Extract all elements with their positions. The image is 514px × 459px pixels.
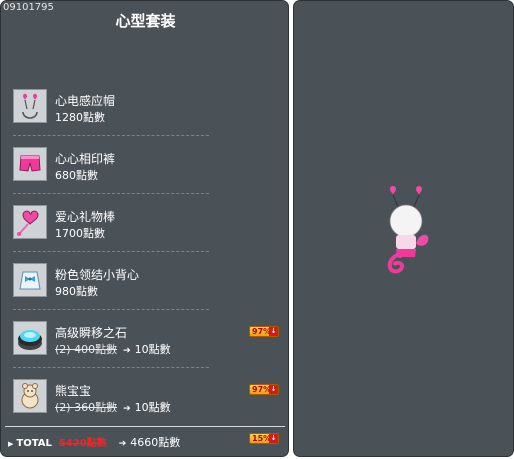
list-item[interactable]: 熊宝宝 (2) 360點數 ➔ 10點數 — [13, 379, 209, 431]
item-price: 1280點數 — [55, 111, 105, 124]
original-price: (2) 400點數 — [55, 343, 118, 356]
total-label: TOTAL — [16, 438, 52, 449]
total-original-price: 5420點數 — [58, 438, 107, 449]
bow-vest-icon — [13, 263, 47, 297]
arrow-right-icon: ➔ — [123, 346, 131, 356]
sale-price: 10點數 — [134, 401, 171, 414]
list-item[interactable]: 粉色领结小背心 980點數 — [13, 263, 209, 315]
character-preview — [378, 181, 438, 291]
down-arrow-icon: ↓ — [269, 385, 278, 394]
list-item[interactable]: 心电感应帽 1280點數 — [13, 89, 209, 141]
down-arrow-icon: ↓ — [269, 327, 278, 336]
list-item[interactable]: 爱心礼物棒 1700點數 — [13, 205, 209, 257]
item-name: 熊宝宝 — [55, 384, 92, 398]
total-discount-badge: 15% ↓ — [249, 433, 279, 444]
character-preview-panel — [293, 0, 514, 457]
total-sale-price: 4660點數 — [130, 436, 181, 449]
sale-price: 10點數 — [134, 343, 171, 356]
arrow-right-icon: ➔ — [123, 404, 131, 414]
discount-badge: 97% ↓ — [249, 384, 279, 395]
original-price: (2) 360點數 — [55, 401, 118, 414]
down-arrow-icon: ↓ — [269, 434, 278, 443]
baby-bear-icon — [13, 379, 47, 413]
item-price: 1700點數 — [55, 227, 105, 240]
item-price: 980點數 — [55, 285, 98, 298]
total-row: ▶ TOTAL 5420點數 ➔ 4660點數 — [8, 434, 180, 450]
divider — [13, 135, 209, 136]
item-price-row: (2) 360點數 ➔ 10點數 — [55, 399, 171, 415]
discount-badge: 97% ↓ — [249, 326, 279, 337]
divider — [13, 251, 209, 252]
item-name: 爱心礼物棒 — [55, 210, 116, 224]
total-divider — [5, 426, 285, 427]
heart-antenna-hat-icon — [13, 89, 47, 123]
item-price: 680點數 — [55, 169, 98, 182]
item-name: 心电感应帽 — [55, 94, 116, 108]
heart-wand-icon — [13, 205, 47, 239]
item-name: 粉色领结小背心 — [55, 268, 140, 282]
package-list-panel: 09101795 心型套装 心电感应帽 1280點數 心心相印裤 680點數 爱… — [0, 0, 289, 457]
teleport-stone-icon — [13, 321, 47, 355]
divider — [13, 309, 209, 310]
divider — [13, 193, 209, 194]
item-name: 心心相印裤 — [55, 152, 116, 166]
arrow-right-icon: ➔ — [118, 439, 127, 449]
divider — [13, 367, 209, 368]
list-item[interactable]: 高级瞬移之石 (2) 400點數 ➔ 10點數 — [13, 321, 209, 373]
triangle-right-icon: ▶ — [8, 440, 14, 448]
item-name: 高级瞬移之石 — [55, 326, 128, 340]
list-item[interactable]: 心心相印裤 680點數 — [13, 147, 209, 199]
package-title: 心型套装 — [115, 12, 176, 30]
pink-shorts-icon — [13, 147, 47, 181]
item-price-row: (2) 400點數 ➔ 10點數 — [55, 341, 171, 357]
